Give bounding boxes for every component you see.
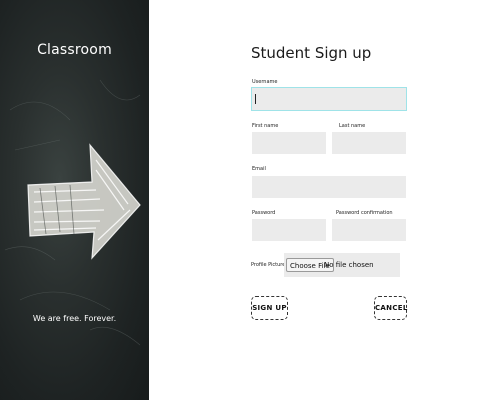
signup-page: Classroom We are free. Forever. Student … [0, 0, 500, 400]
brand-name: Classroom [37, 42, 112, 58]
username-field[interactable] [251, 87, 407, 111]
username-label: Username [252, 79, 278, 85]
brand-tagline: We are free. Forever. [32, 314, 117, 323]
cancel-button[interactable]: CANCEL [374, 296, 407, 320]
email-field[interactable] [252, 176, 406, 198]
sign-up-button[interactable]: SIGN UP [251, 296, 288, 320]
password-label: Password [252, 210, 276, 216]
last-name-field[interactable] [332, 132, 406, 154]
file-status: No file chosen [324, 261, 374, 269]
email-label: Email [252, 166, 266, 172]
chalk-arrow-icon [4, 79, 141, 346]
form-title: Student Sign up [251, 44, 372, 62]
chalkboard-panel: Classroom We are free. Forever. [0, 0, 149, 400]
first-name-field[interactable] [252, 132, 326, 154]
first-name-label: First name [252, 123, 279, 129]
password-confirmation-label: Password confirmation [336, 210, 393, 216]
profile-picture-label: Profile Picture [251, 262, 286, 268]
last-name-label: Last name [339, 123, 366, 129]
password-confirmation-field[interactable] [332, 219, 406, 241]
password-field[interactable] [252, 219, 326, 241]
text-caret [255, 94, 256, 104]
